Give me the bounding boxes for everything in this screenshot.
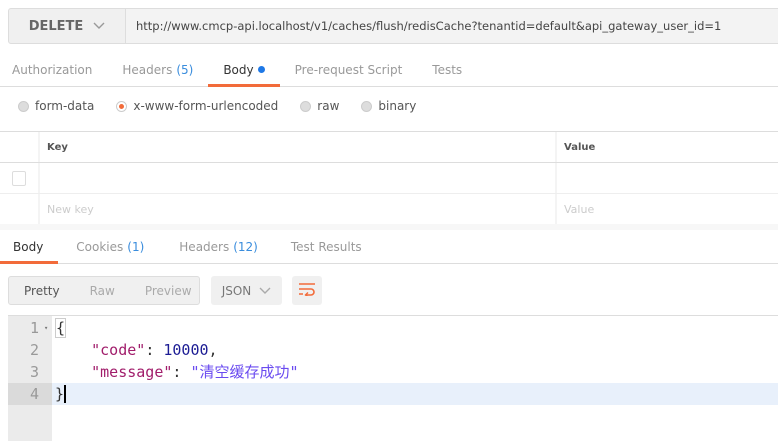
preview-button[interactable]: Preview xyxy=(130,284,207,298)
wrap-icon xyxy=(298,282,316,299)
table-header-row: Key Value xyxy=(0,132,778,163)
tab-label: Cookies xyxy=(76,239,124,254)
format-label: JSON xyxy=(221,283,252,298)
tab-body[interactable]: Body xyxy=(208,53,280,87)
table-row-new: New key Value xyxy=(0,194,778,225)
method-label: DELETE xyxy=(28,18,84,34)
new-key-input[interactable]: New key xyxy=(40,194,557,224)
tab-test-results[interactable]: Test Results xyxy=(273,230,377,263)
radio-form-data[interactable]: form-data xyxy=(18,99,94,113)
tab-response-body[interactable]: Body xyxy=(0,230,59,264)
tab-label: Pre-request Script xyxy=(294,62,403,77)
tab-count: (12) xyxy=(233,239,258,254)
value-cell[interactable] xyxy=(557,163,778,193)
json-number: 10000 xyxy=(163,341,209,359)
fold-arrow-icon[interactable]: ▾ xyxy=(44,324,48,332)
radio-label: x-www-form-urlencoded xyxy=(133,99,279,113)
radio-icon xyxy=(300,100,312,112)
line-number: 2 xyxy=(29,341,39,359)
params-table: Key Value New key Value xyxy=(0,131,778,225)
request-tabs: Authorization Headers (5) Body Pre-reques… xyxy=(0,53,778,87)
tab-count: (5) xyxy=(176,62,194,77)
radio-binary[interactable]: binary xyxy=(361,99,416,113)
tab-label: Authorization xyxy=(12,62,93,77)
radio-label: form-data xyxy=(35,99,95,113)
tab-cookies[interactable]: Cookies (1) xyxy=(58,230,159,263)
table-row xyxy=(0,163,778,194)
tab-label: Headers xyxy=(179,239,230,254)
tab-response-headers[interactable]: Headers (12) xyxy=(159,230,273,263)
radio-x-www-form-urlencoded[interactable]: x-www-form-urlencoded xyxy=(116,99,278,113)
radio-label: binary xyxy=(378,99,417,113)
tab-label: Headers xyxy=(122,62,173,77)
tab-count: (1) xyxy=(127,239,145,254)
tab-label: Body xyxy=(13,239,44,254)
radio-selected-icon xyxy=(116,100,128,112)
radio-icon xyxy=(18,100,29,112)
body-type-radios: form-data x-www-form-urlencoded raw bina… xyxy=(18,99,416,113)
code-line: "code": 10000, xyxy=(91,341,218,359)
wrap-lines-button[interactable] xyxy=(292,276,322,305)
tab-label: Body xyxy=(223,62,254,77)
radio-label: raw xyxy=(317,99,340,113)
key-header: Key xyxy=(40,132,557,162)
radio-icon xyxy=(361,100,373,112)
format-select[interactable]: JSON xyxy=(211,276,282,305)
radio-raw[interactable]: raw xyxy=(300,99,339,113)
raw-button[interactable]: Raw xyxy=(75,284,130,298)
pretty-button[interactable]: Pretty xyxy=(9,284,75,298)
url-bar: DELETE http://www.cmcp-api.localhost/v1/… xyxy=(8,8,778,44)
view-mode-group: Pretty Raw Preview xyxy=(8,276,200,305)
modified-dot-icon xyxy=(257,66,265,73)
json-string: "清空缓存成功" xyxy=(190,363,299,381)
json-key: "message" xyxy=(91,363,173,381)
line-number: 4 xyxy=(29,385,39,403)
url-input[interactable]: http://www.cmcp-api.localhost/v1/caches/… xyxy=(126,9,778,43)
json-key: "code" xyxy=(91,341,146,359)
tab-authorization[interactable]: Authorization xyxy=(0,53,107,86)
chevron-down-icon xyxy=(259,284,271,298)
response-editor[interactable]: 1 ▾ 2 3 4 { "code": 10000, "message": "清… xyxy=(8,315,778,441)
response-tabs: Body Cookies (1) Headers (12) Test Results xyxy=(0,230,778,264)
key-cell[interactable] xyxy=(40,163,557,193)
chevron-down-icon xyxy=(93,19,105,34)
code-line: { xyxy=(55,318,67,338)
new-value-input[interactable]: Value xyxy=(557,194,778,224)
code-line: "message": "清空缓存成功" xyxy=(91,363,299,381)
tab-pre-request-script[interactable]: Pre-request Script xyxy=(280,53,418,86)
tab-headers[interactable]: Headers (5) xyxy=(107,53,208,86)
method-select[interactable]: DELETE xyxy=(9,9,126,43)
code-line: } xyxy=(55,383,778,405)
row-checkbox[interactable] xyxy=(12,170,26,186)
value-header: Value xyxy=(564,141,596,153)
tab-tests[interactable]: Tests xyxy=(417,53,477,86)
tab-label: Test Results xyxy=(290,239,362,254)
tab-label: Tests xyxy=(432,62,463,77)
line-number: 3 xyxy=(29,363,39,381)
